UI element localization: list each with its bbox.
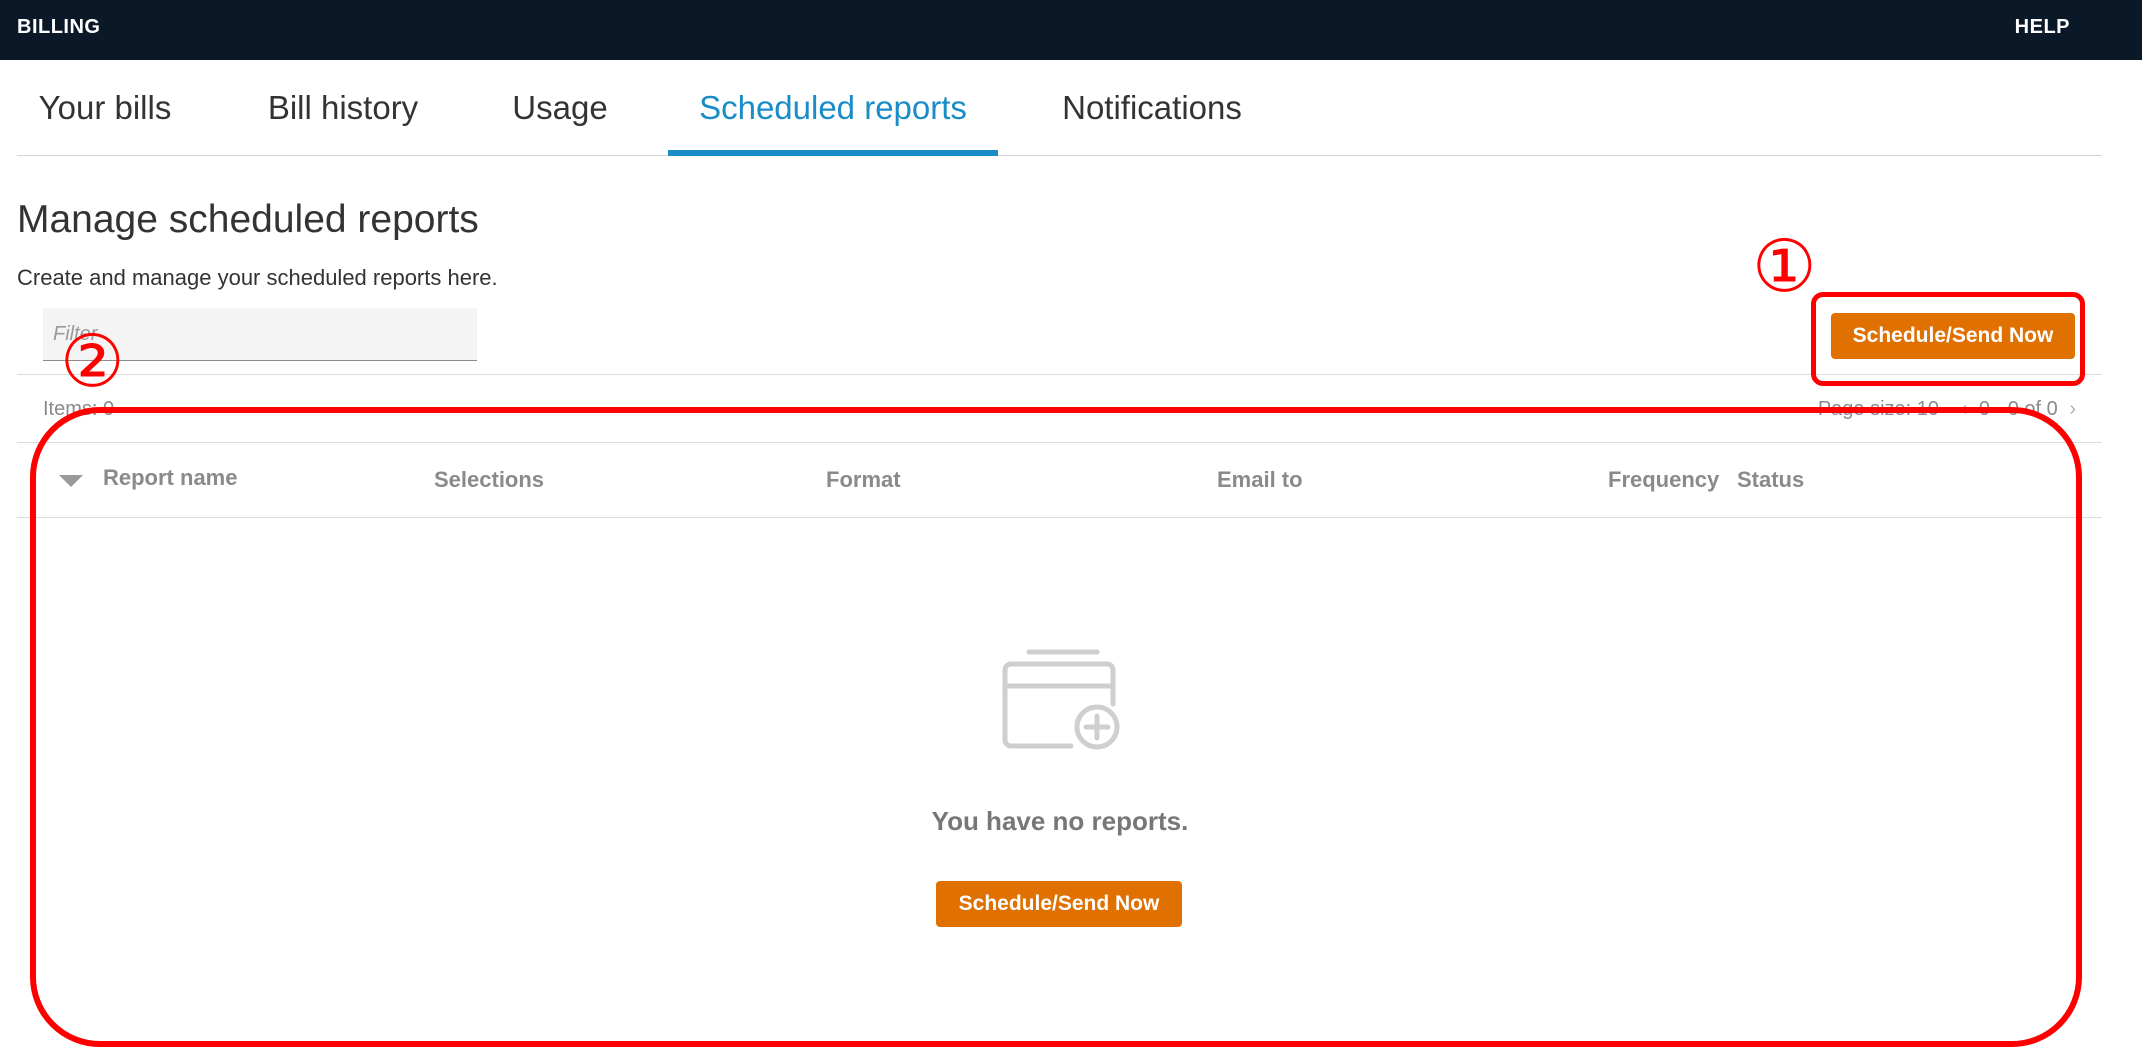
top-bar: BILLING HELP: [0, 0, 2142, 60]
annotation-marker-2: ②: [60, 319, 125, 403]
annotation-box-1: [1811, 292, 2085, 386]
app-title: BILLING: [17, 16, 101, 38]
help-link[interactable]: HELP: [2015, 16, 2070, 39]
tab-usage[interactable]: Usage: [503, 60, 617, 156]
page-subtitle: Create and manage your scheduled reports…: [17, 265, 498, 290]
tab-your-bills[interactable]: Your bills: [27, 60, 183, 156]
tab-scheduled-reports[interactable]: Scheduled reports: [668, 60, 998, 156]
divider: [17, 374, 2102, 375]
annotation-box-2: [30, 407, 2082, 1047]
tab-bill-history[interactable]: Bill history: [255, 60, 431, 156]
chevron-right-icon[interactable]: ›: [2069, 398, 2076, 421]
tab-bar: Your bills Bill history Usage Scheduled …: [17, 60, 2102, 156]
tab-notifications[interactable]: Notifications: [1046, 60, 1258, 156]
annotation-marker-1: ①: [1752, 224, 1817, 308]
page-title: Manage scheduled reports: [17, 198, 479, 241]
